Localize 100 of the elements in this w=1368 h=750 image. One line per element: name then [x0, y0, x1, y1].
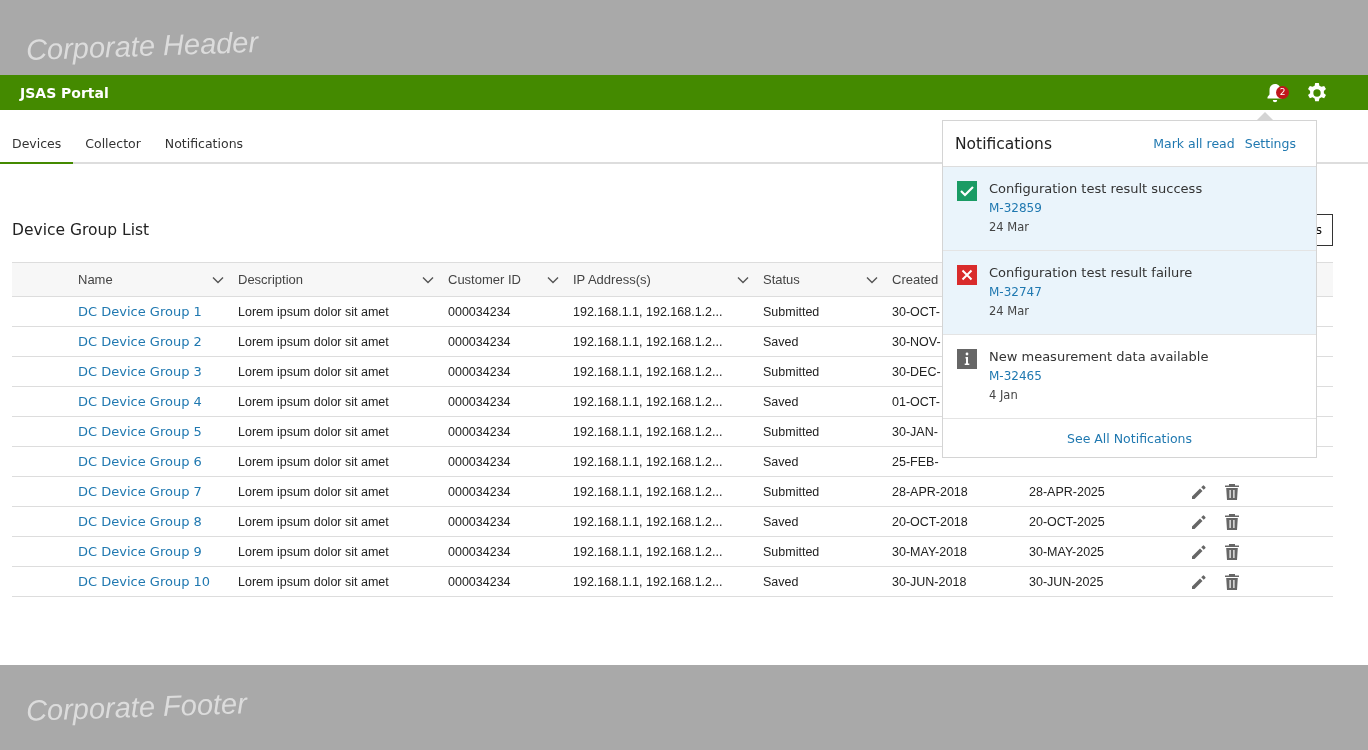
chevron-down-icon[interactable]: [212, 275, 224, 284]
device-group-link[interactable]: DC Device Group 5: [78, 424, 202, 439]
table-cell: 000034234: [448, 304, 511, 319]
table-cell: 30-MAY-2018: [892, 544, 968, 559]
table-cell: 192.168.1.1, 192.168.1.2...: [573, 514, 723, 529]
table-cell: Lorem ipsum dolor sit amet: [238, 334, 389, 349]
table-cell: Lorem ipsum dolor sit amet: [238, 424, 389, 439]
table-cell: Saved: [763, 574, 799, 589]
chevron-down-icon[interactable]: [866, 275, 878, 284]
table-cell: 30-OCT-: [892, 304, 940, 319]
see-all-link[interactable]: See All Notifications: [1067, 430, 1192, 446]
reference-link[interactable]: M-32859: [989, 201, 1203, 215]
notification-title: Configuration test result failure: [989, 265, 1193, 280]
mark-all-read-link[interactable]: Mark all read: [1153, 136, 1235, 151]
notification-date: 24 Mar: [989, 220, 1030, 234]
table-cell: Lorem ipsum dolor sit amet: [238, 394, 389, 409]
table-cell: Saved: [763, 334, 799, 349]
device-group-link[interactable]: DC Device Group 10: [78, 574, 211, 589]
table-cell: 000034234: [448, 334, 511, 349]
table-cell: Lorem ipsum dolor sit amet: [238, 454, 389, 469]
notification-title: New measurement data available: [989, 349, 1209, 364]
notification-item[interactable]: New measurement data available M-32465 4 Jan: [943, 335, 1316, 419]
app-title: JSAS Portal: [20, 84, 109, 101]
table-cell: 25-FEB-: [892, 454, 939, 469]
notification-item[interactable]: Configuration test result failure M-32747 24 Mar: [943, 251, 1316, 335]
table-cell: 20-OCT-2025: [1029, 514, 1105, 529]
table-cell: 30-DEC-: [892, 364, 941, 379]
device-group-link[interactable]: DC Device Group 1: [78, 304, 202, 319]
device-group-link[interactable]: DC Device Group 4: [78, 394, 202, 409]
table-cell: 000034234: [448, 454, 511, 469]
table-cell: 192.168.1.1, 192.168.1.2...: [573, 334, 723, 349]
tab[interactable]: Collector: [73, 136, 153, 164]
table-cell: Saved: [763, 454, 799, 469]
table-cell: 30-JAN-: [892, 424, 938, 439]
column-header: Status: [763, 272, 800, 287]
notification-count-badge: 2: [1276, 85, 1289, 99]
column-header: Description: [238, 272, 304, 287]
table-cell: 192.168.1.1, 192.168.1.2...: [573, 574, 723, 589]
delete-icon[interactable]: [1224, 572, 1240, 591]
table-cell: Submitted: [763, 304, 820, 319]
table-cell: Lorem ipsum dolor sit amet: [238, 544, 389, 559]
edit-icon[interactable]: [1190, 512, 1208, 531]
edit-icon[interactable]: [1190, 542, 1208, 561]
table-cell: Submitted: [763, 484, 820, 499]
table-cell: 000034234: [448, 544, 511, 559]
notification-item[interactable]: Configuration test result success M-32859 24 Mar: [943, 167, 1316, 251]
table-cell: Saved: [763, 394, 799, 409]
reference-link[interactable]: M-32747: [989, 285, 1193, 299]
column-header: IP Address(s): [573, 272, 651, 287]
device-group-link[interactable]: DC Device Group 9: [78, 544, 202, 559]
chevron-down-icon[interactable]: [737, 275, 749, 284]
table-cell: 28-APR-2018: [892, 484, 968, 499]
delete-icon[interactable]: [1224, 512, 1240, 531]
delete-icon[interactable]: [1224, 542, 1240, 561]
device-group-link[interactable]: DC Device Group 2: [78, 334, 202, 349]
tab[interactable]: Devices: [0, 136, 74, 164]
notification-title: Configuration test result success: [989, 181, 1203, 196]
table-cell: Lorem ipsum dolor sit amet: [238, 574, 389, 589]
table-cell: Lorem ipsum dolor sit amet: [238, 304, 389, 319]
table-cell: 192.168.1.1, 192.168.1.2...: [573, 484, 723, 499]
chevron-down-icon[interactable]: [422, 275, 434, 284]
error-x-icon: [957, 265, 977, 285]
device-group-link[interactable]: DC Device Group 8: [78, 514, 202, 529]
device-group-link[interactable]: DC Device Group 6: [78, 454, 202, 469]
table-cell: 30-JUN-2025: [1029, 574, 1104, 589]
settings-button[interactable]: [1306, 81, 1328, 104]
table-cell: 000034234: [448, 364, 511, 379]
table-cell: 30-NOV-: [892, 334, 941, 349]
delete-icon[interactable]: [1224, 482, 1240, 501]
table-cell: 01-OCT-: [892, 394, 940, 409]
table-cell: 30-JUN-2018: [892, 574, 967, 589]
table-cell: 192.168.1.1, 192.168.1.2...: [573, 304, 723, 319]
settings-link[interactable]: Settings: [1244, 136, 1296, 151]
chevron-down-icon[interactable]: [547, 275, 559, 284]
table-cell: Lorem ipsum dolor sit amet: [238, 364, 389, 379]
column-header: Name: [78, 272, 113, 287]
table-cell: 000034234: [448, 394, 511, 409]
table-cell: 28-APR-2025: [1029, 484, 1105, 499]
tab[interactable]: Notifications: [152, 136, 256, 164]
notification-date: 24 Mar: [989, 304, 1030, 318]
column-header: Created: [892, 272, 939, 287]
reference-link[interactable]: M-32465: [989, 369, 1209, 383]
device-group-link[interactable]: DC Device Group 3: [78, 364, 202, 379]
table-cell: 20-OCT-2018: [892, 514, 968, 529]
table-cell: 000034234: [448, 424, 511, 439]
table-cell: 30-MAY-2025: [1029, 544, 1105, 559]
table-cell: 000034234: [448, 514, 511, 529]
info-icon: [957, 349, 977, 369]
notification-date: 4 Jan: [989, 388, 1019, 402]
table-cell: Saved: [763, 514, 799, 529]
device-group-link[interactable]: DC Device Group 7: [78, 484, 202, 499]
popover-title: Notifications: [955, 134, 1053, 153]
edit-icon[interactable]: [1190, 482, 1208, 501]
table-cell: Submitted: [763, 544, 820, 559]
table-cell: 192.168.1.1, 192.168.1.2...: [573, 454, 723, 469]
table-cell: 000034234: [448, 484, 511, 499]
table-cell: 192.168.1.1, 192.168.1.2...: [573, 424, 723, 439]
edit-icon[interactable]: [1190, 572, 1208, 591]
success-check-icon: [957, 181, 977, 201]
page-title: Device Group List: [12, 221, 150, 239]
